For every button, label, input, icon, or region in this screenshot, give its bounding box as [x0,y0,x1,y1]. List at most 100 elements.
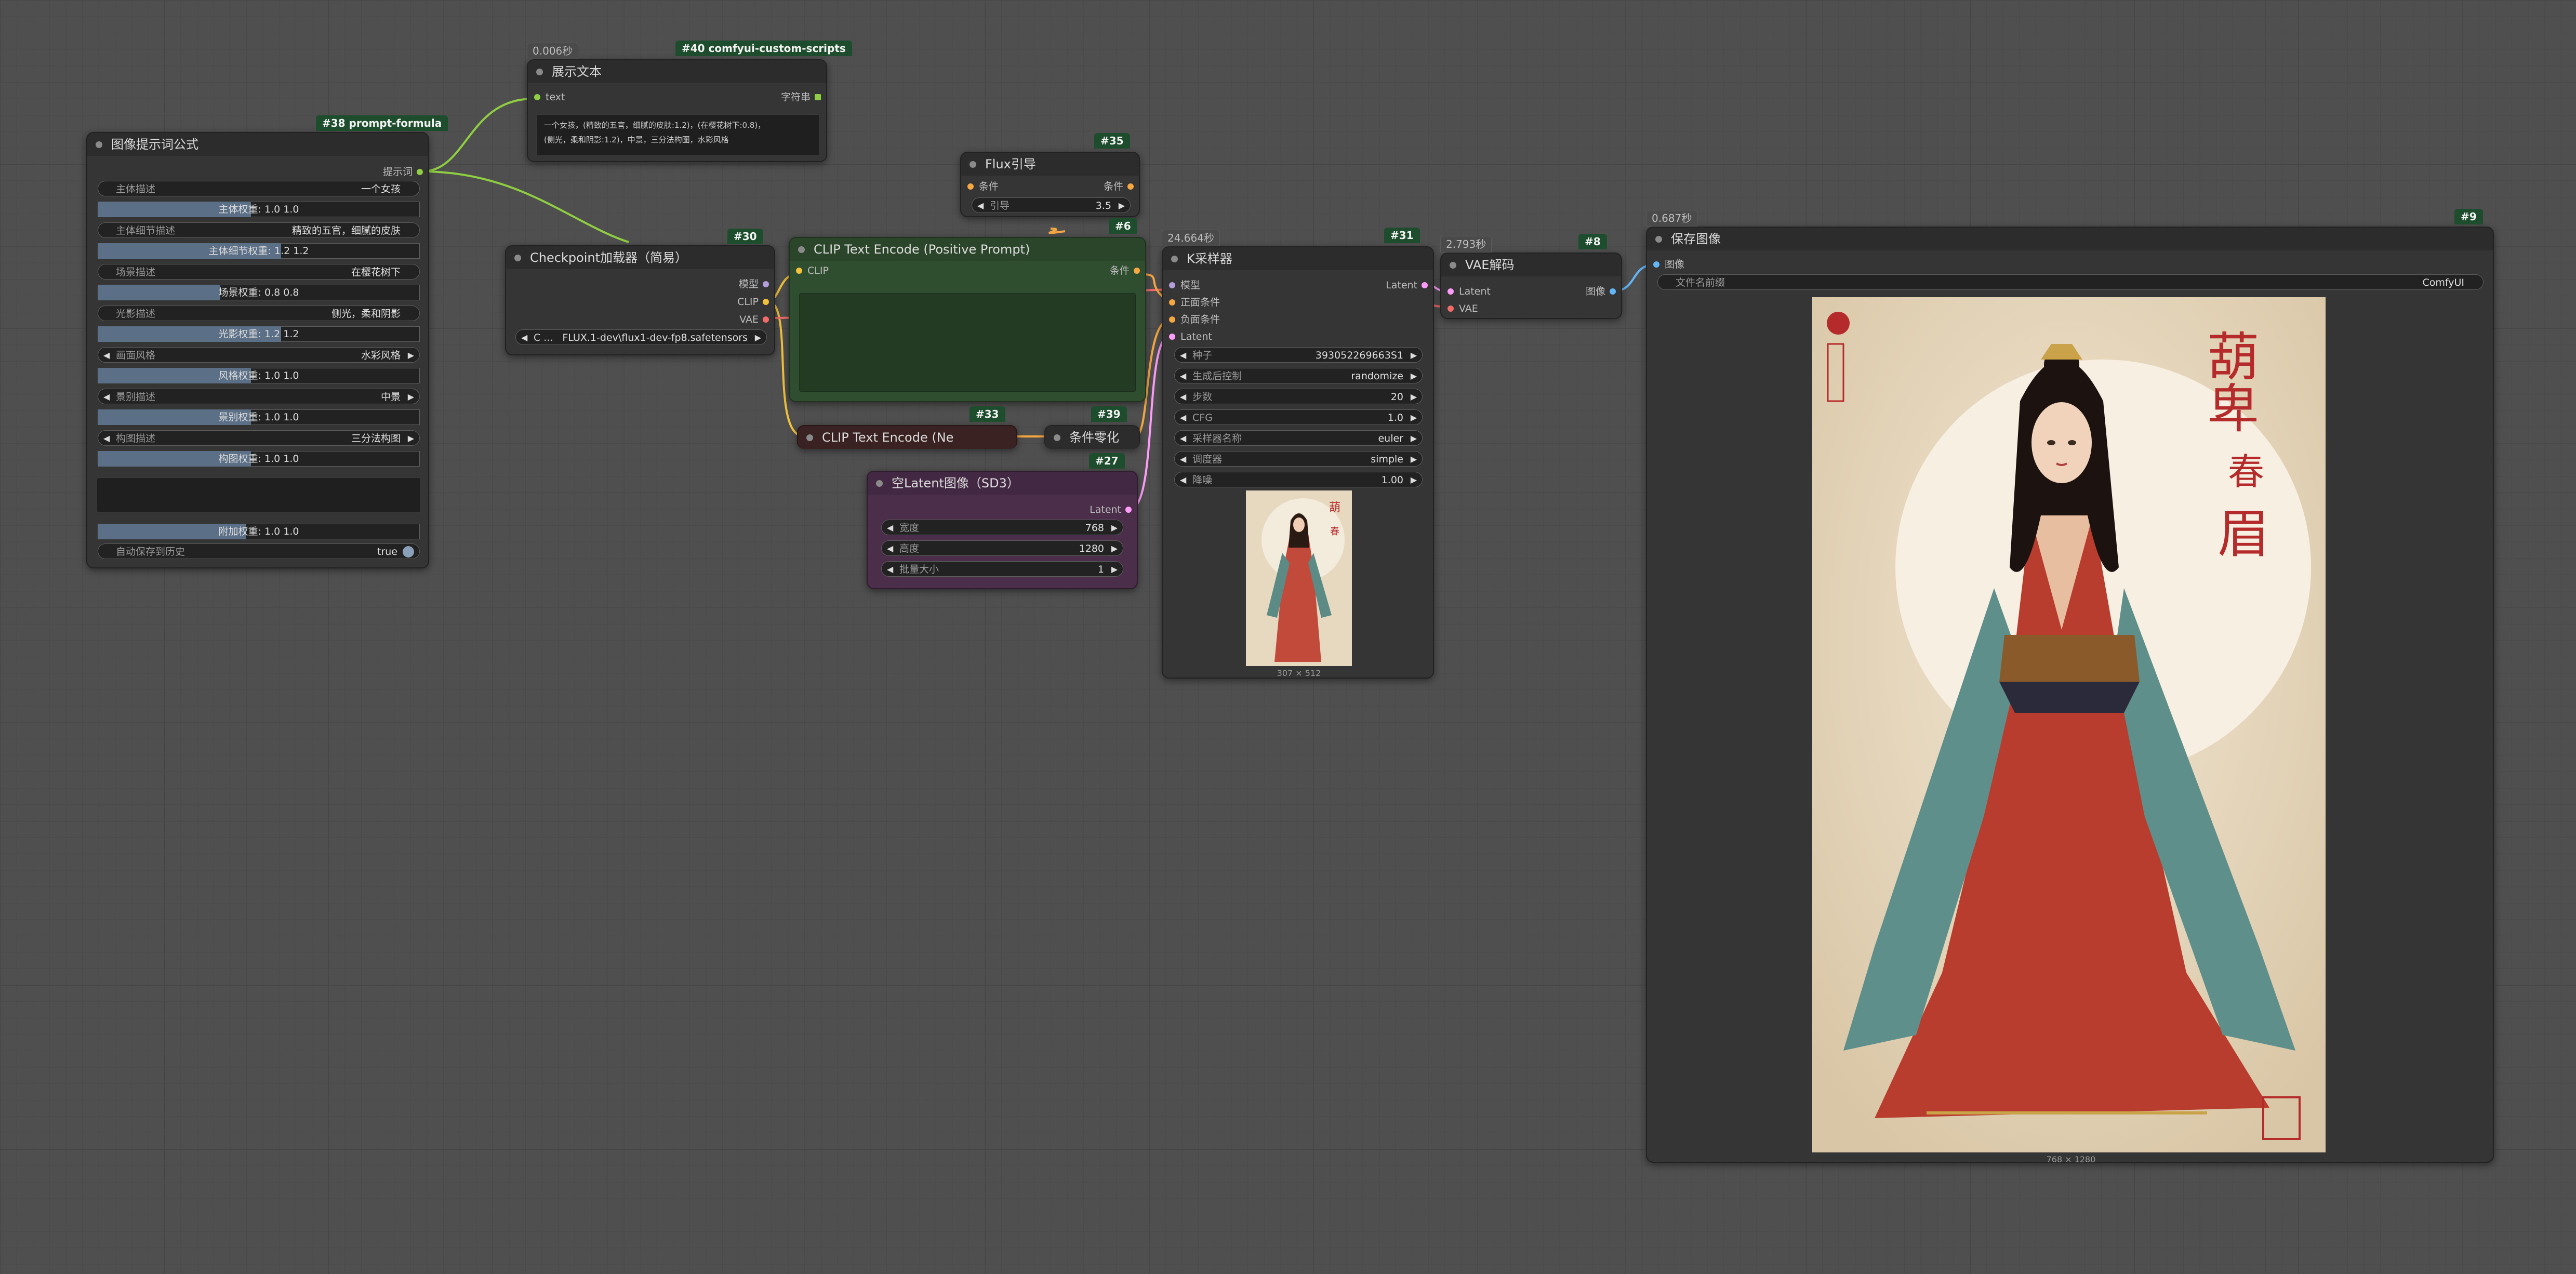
input-vae[interactable]: VAE [1441,302,1478,315]
arrow-left-icon[interactable]: ◀ [1180,452,1186,466]
prompt-formula-node[interactable]: 图像提示词公式 提示词 主体描述 一个女孩 主体权重: 1.0 1.0 主体细节描述 精… [86,132,429,568]
text-input[interactable]: 主体细节描述 精致的五官，细腻的皮肤 [98,222,420,238]
input-clip[interactable]: CLIP [790,264,829,277]
node-title[interactable]: K采样器 [1163,247,1433,270]
port-dot-icon[interactable] [763,316,769,323]
output-prompt[interactable]: 提示词 [383,165,428,179]
weight-slider[interactable]: 风格权重: 1.0 1.0 [98,368,420,383]
ckpt-name-select[interactable]: ◀ C ... FLUX.1-dev\flux1-dev-fp8.safeten… [515,329,767,345]
arrow-left-icon[interactable]: ◀ [1180,472,1186,487]
port-dot-icon[interactable] [1125,507,1132,513]
arrow-right-icon[interactable]: ▶ [1411,410,1417,424]
output-string[interactable]: 字符串 [781,90,826,104]
node-title[interactable]: 保存图像 [1647,228,2493,250]
input-positive[interactable]: 正面条件 [1163,296,1220,309]
param-widget[interactable]: ◀ 生成后控制 randomize ▶ [1174,368,1423,383]
arrow-right-icon[interactable]: ▶ [755,330,761,344]
port-dot-icon[interactable] [1134,268,1140,274]
output-conditioning[interactable]: 条件 [1110,264,1145,277]
output-conditioning[interactable]: 条件 [1104,180,1139,193]
arrow-right-icon[interactable]: ▶ [1411,472,1417,487]
port-dot-icon[interactable] [1169,282,1175,288]
arrow-right-icon[interactable]: ▶ [1111,562,1118,576]
arrow-left-icon[interactable]: ◀ [1180,368,1186,383]
weight-slider[interactable]: 场景权重: 0.8 0.8 [98,285,420,300]
port-dot-icon[interactable] [1169,299,1175,306]
text-input[interactable]: 场景描述 在樱花树下 [98,264,420,280]
port-dot-icon[interactable] [796,268,802,274]
param-widget[interactable]: ◀ 采样器名称 euler ▶ [1174,430,1423,446]
weight-slider[interactable]: 光影权重: 1.2 1.2 [98,326,420,342]
port-dot-icon[interactable] [763,299,769,305]
cond-zero-node[interactable]: 条件零化 [1044,425,1140,449]
port-dot-icon[interactable] [1169,316,1175,323]
arrow-right-icon[interactable]: ▶ [1411,368,1417,383]
param-widget[interactable]: ◀ 宽度 768 ▶ [881,520,1123,535]
port-dot-icon[interactable] [763,281,769,287]
arrow-right-icon[interactable]: ▶ [1111,520,1118,535]
toggle-knob-icon[interactable] [403,546,414,558]
arrow-right-icon[interactable]: ▶ [1119,198,1125,213]
weight-slider[interactable]: 主体细节权重: 1.2 1.2 [98,243,420,259]
extra-weight-slider[interactable]: 附加权重: 1.0 1.0 [98,524,420,539]
flux-guidance-node[interactable]: Flux引导 条件 条件 ◀ 引导 3.5 ▶ [960,152,1140,217]
arrow-right-icon[interactable]: ▶ [1411,452,1417,466]
arrow-left-icon[interactable]: ◀ [103,389,110,404]
arrow-right-icon[interactable]: ▶ [408,389,414,404]
port-dot-icon[interactable] [1127,183,1134,190]
input-model[interactable]: 模型 [1163,278,1200,292]
node-title[interactable]: 条件零化 [1045,426,1139,449]
node-title[interactable]: VAE解码 [1441,254,1621,276]
arrow-right-icon[interactable]: ▶ [408,431,414,445]
arrow-left-icon[interactable]: ◀ [1180,410,1186,424]
output-model[interactable]: 模型 [739,277,774,291]
port-dot-icon[interactable] [1169,334,1175,340]
param-widget[interactable]: ◀ 调度器 simple ▶ [1174,451,1423,467]
port-dot-icon[interactable] [1653,261,1659,268]
text-input[interactable]: 主体描述 一个女孩 [98,181,420,196]
input-negative[interactable]: 负面条件 [1163,313,1220,326]
combo-select[interactable]: ◀ 构图描述 三分法构图 ▶ [98,430,420,446]
arrow-right-icon[interactable]: ▶ [1411,389,1417,404]
weight-slider[interactable]: 景别权重: 1.0 1.0 [98,409,420,425]
param-widget[interactable]: ◀ 批量大小 1 ▶ [881,561,1123,577]
show-text-node[interactable]: 展示文本 text 字符串 一个女孩，(精致的五官，细腻的皮肤:1.2)，(在樱… [527,59,827,162]
output-vae[interactable]: VAE [739,313,774,326]
arrow-left-icon[interactable]: ◀ [887,541,893,555]
port-dot-icon[interactable] [1610,288,1616,295]
port-dot-icon[interactable] [815,94,821,100]
arrow-right-icon[interactable]: ▶ [1111,541,1118,555]
positive-prompt-textarea[interactable] [799,293,1136,392]
port-dot-icon[interactable] [1422,282,1428,288]
node-title[interactable]: Checkpoint加载器（简易） [506,246,774,269]
arrow-left-icon[interactable]: ◀ [521,330,527,344]
clip-positive-node[interactable]: CLIP Text Encode (Positive Prompt) CLIP … [789,237,1146,402]
param-widget[interactable]: ◀ 高度 1280 ▶ [881,540,1123,556]
node-title[interactable]: 展示文本 [528,60,826,83]
clip-negative-node[interactable]: CLIP Text Encode (Ne [797,425,1017,449]
filename-prefix-input[interactable]: 文件名前缀 ComfyUI [1657,274,2484,290]
output-image[interactable]: 图像 [1586,285,1621,298]
param-widget[interactable]: ◀ 降噪 1.00 ▶ [1174,472,1423,487]
arrow-left-icon[interactable]: ◀ [103,431,110,445]
port-dot-icon[interactable] [417,169,423,175]
output-latent[interactable]: Latent [1386,278,1433,292]
param-widget[interactable]: ◀ 种子 393052269663S1 ▶ [1174,347,1423,363]
input-conditioning[interactable]: 条件 [961,180,999,193]
input-latent[interactable]: Latent [1441,285,1491,298]
input-latent[interactable]: Latent [1163,330,1212,343]
port-dot-icon[interactable] [967,183,974,190]
arrow-left-icon[interactable]: ◀ [1180,348,1186,362]
node-title[interactable]: CLIP Text Encode (Ne [798,426,1016,449]
input-image[interactable]: 图像 [1647,258,1684,271]
weight-slider[interactable]: 构图权重: 1.0 1.0 [98,451,420,467]
weight-slider[interactable]: 主体权重: 1.0 1.0 [98,202,420,217]
empty-latent-node[interactable]: 空Latent图像（SD3） Latent ◀ 宽度 768 ▶ ◀ 高度 1280 ▶ ◀ 批量… [867,471,1138,589]
ksampler-node[interactable]: K采样器 Latent 模型 正面条件 负面条件 Latent ◀ 种子 39305… [1162,246,1434,679]
node-title[interactable]: 空Latent图像（SD3） [868,472,1137,495]
arrow-right-icon[interactable]: ▶ [1411,348,1417,362]
combo-select[interactable]: ◀ 景别描述 中景 ▶ [98,389,420,404]
arrow-left-icon[interactable]: ◀ [103,348,110,362]
text-input[interactable]: 光影描述 侧光，柔和阴影 [98,306,420,321]
node-title[interactable]: 图像提示词公式 [87,133,428,156]
